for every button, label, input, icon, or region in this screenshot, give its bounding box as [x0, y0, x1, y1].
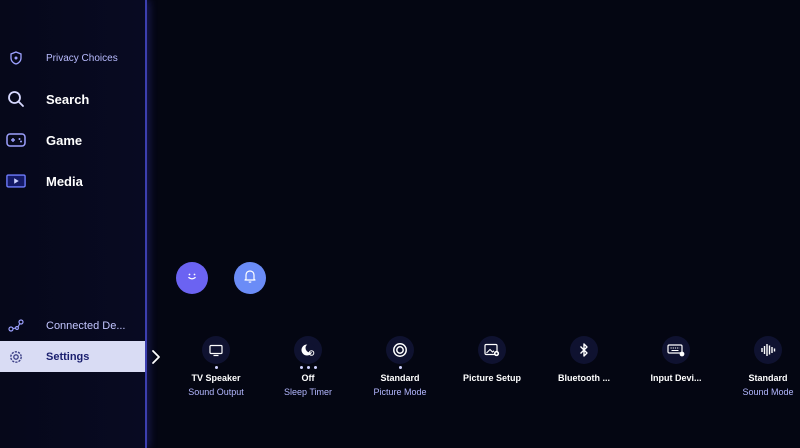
smiley-button[interactable] [176, 262, 208, 294]
bluetooth-icon [570, 336, 598, 364]
quick-setting-picture-setup[interactable]: Picture Setup [446, 336, 538, 383]
gamepad-icon [6, 130, 26, 150]
quick-setting-title: Picture Setup [462, 373, 521, 383]
smiley-icon [184, 268, 200, 289]
quick-setting-sleep-timer[interactable]: Off Sleep Timer [262, 336, 354, 397]
quick-setting-subtitle: Picture Mode [373, 387, 427, 397]
quick-setting-sound-output[interactable]: TV Speaker Sound Output [170, 336, 262, 397]
sleep-timer-icon [294, 336, 322, 364]
quick-setting-subtitle: Sound Mode [742, 387, 794, 397]
quick-setting-title: Off [301, 373, 315, 383]
quick-setting-title: TV Speaker [191, 373, 241, 383]
sidebar-item-label: Search [46, 91, 90, 107]
picture-setup-icon [478, 336, 506, 364]
quick-setting-title: Standard [748, 373, 788, 383]
picture-mode-icon [386, 336, 414, 364]
quick-setting-subtitle: Sleep Timer [283, 387, 333, 397]
sound-mode-icon [754, 336, 782, 364]
quick-setting-input-device[interactable]: Input Devi... [630, 336, 722, 383]
sidebar-item-label: Media [46, 173, 83, 189]
notifications-button[interactable] [234, 262, 266, 294]
sidebar-item-label: Game [46, 132, 83, 148]
quick-setting-title: Bluetooth ... [558, 373, 610, 383]
quick-setting-subtitle: Sound Output [188, 387, 244, 397]
quick-setting-bluetooth[interactable]: Bluetooth ... [538, 336, 630, 383]
gear-icon [6, 347, 26, 367]
quick-setting-title: Input Devi... [650, 373, 702, 383]
sidebar: Privacy Choices Search Game Media Connec… [0, 0, 147, 448]
connected-devices-icon [6, 316, 26, 336]
quick-setting-title: Standard [380, 373, 420, 383]
input-device-icon [662, 336, 690, 364]
tv-icon [202, 336, 230, 364]
bell-icon [242, 268, 258, 289]
sidebar-item-label: Settings [46, 350, 90, 363]
chevron-right-icon[interactable] [150, 349, 162, 365]
sidebar-item-label: Privacy Choices [46, 52, 118, 64]
sidebar-item-search[interactable]: Search [0, 84, 145, 114]
quick-setting-sound-mode[interactable]: Standard Sound Mode [722, 336, 800, 397]
quick-setting-picture-mode[interactable]: Standard Picture Mode [354, 336, 446, 397]
media-play-icon [6, 171, 26, 191]
sidebar-item-media[interactable]: Media [0, 166, 145, 196]
sidebar-item-game[interactable]: Game [0, 125, 145, 155]
sidebar-item-connected-devices[interactable]: Connected De... [0, 311, 145, 341]
search-icon [6, 89, 26, 109]
sidebar-item-privacy-choices[interactable]: Privacy Choices [0, 43, 145, 73]
sidebar-item-label: Connected De... [46, 320, 126, 332]
sidebar-item-settings[interactable]: Settings [0, 341, 145, 372]
shield-icon [6, 48, 26, 68]
